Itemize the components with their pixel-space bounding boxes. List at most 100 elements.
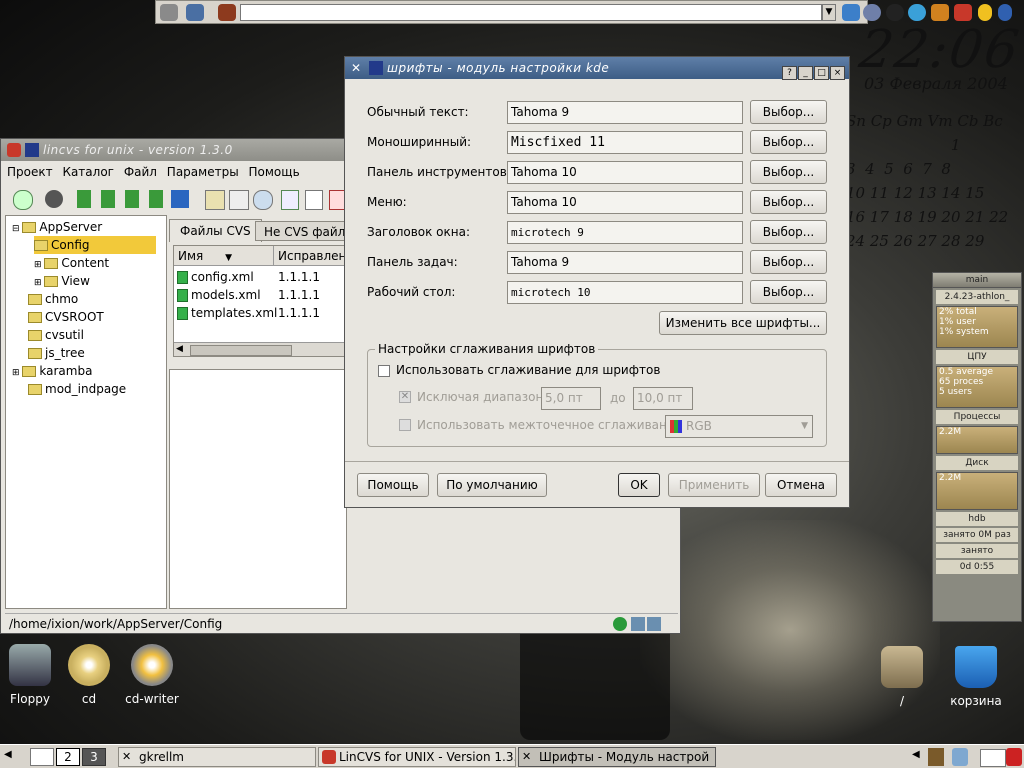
file-row[interactable]: models.xml: [177, 286, 261, 304]
add-dir-icon[interactable]: [205, 190, 225, 210]
choose-button-window-title[interactable]: Выбор...: [750, 220, 827, 244]
kde-icon[interactable]: ✕: [351, 61, 365, 75]
output-pane[interactable]: [169, 369, 347, 609]
choose-button-menu[interactable]: Выбор...: [750, 190, 827, 214]
tree-icon[interactable]: [954, 4, 972, 21]
tree-item-jstree[interactable]: js_tree: [28, 344, 85, 362]
pager-desktop-1[interactable]: [30, 748, 54, 766]
subpixel-select[interactable]: RGB ▼: [665, 415, 813, 438]
menu-help[interactable]: Помощь: [249, 165, 300, 179]
commit-icon[interactable]: [101, 190, 115, 208]
timer-icon[interactable]: [253, 190, 273, 210]
globe-icon[interactable]: [908, 4, 926, 21]
choose-button-general[interactable]: Выбор...: [750, 100, 827, 124]
command-input[interactable]: [240, 4, 822, 21]
command-dropdown-button[interactable]: ▼: [822, 4, 836, 21]
add-file-icon[interactable]: [229, 190, 249, 210]
change-all-fonts-button[interactable]: Изменить все шрифты...: [659, 311, 827, 335]
tree-item-appserver[interactable]: ⊟ AppServer: [12, 218, 102, 236]
tree-item-karamba[interactable]: ⊞ karamba: [12, 362, 92, 380]
tree-item-cvsroot[interactable]: CVSROOT: [28, 308, 104, 326]
column-header-name[interactable]: Имя ▼: [174, 246, 274, 266]
minimize-icon[interactable]: _: [798, 66, 813, 80]
apply-button[interactable]: Применить: [668, 473, 760, 497]
x-icon: ✕: [522, 750, 532, 763]
close-icon[interactable]: ×: [830, 66, 845, 80]
tree-item-content[interactable]: ⊞ Content: [34, 254, 109, 272]
tree-label: Config: [51, 238, 90, 252]
defaults-button[interactable]: По умолчанию: [437, 473, 547, 497]
notification-icon[interactable]: [1006, 748, 1022, 766]
volume-icon[interactable]: [952, 748, 968, 766]
pager-desktop-2[interactable]: 2: [56, 748, 80, 766]
shortcut-icon[interactable]: [842, 4, 860, 21]
menu-parameters[interactable]: Параметры: [167, 165, 239, 179]
smiley-icon[interactable]: [978, 4, 992, 21]
exclude-range-checkbox[interactable]: ✕: [399, 391, 411, 403]
applications-icon[interactable]: [160, 4, 178, 21]
tree-item-config[interactable]: Config: [34, 236, 156, 254]
checkout-icon[interactable]: [149, 190, 163, 208]
tray-app-icon[interactable]: [928, 748, 944, 766]
directory-tree[interactable]: ⊟ AppServer Config ⊞ Content ⊞ View chmo…: [5, 215, 167, 609]
diff-icon[interactable]: [305, 190, 323, 210]
use-antialias-checkbox[interactable]: [378, 365, 390, 377]
desktop-icon-floppy[interactable]: Floppy: [0, 644, 60, 706]
tree-icon[interactable]: [7, 143, 21, 157]
dialog-titlebar[interactable]: ✕ шрифты - модуль настройки kde ? _ □ ×: [345, 57, 849, 80]
info-icon[interactable]: [13, 190, 33, 210]
tab-cvs-files[interactable]: Файлы CVS: [169, 219, 262, 242]
gkrellm-monitor[interactable]: main 2.4.23-athlon_ 2% total 1% user 1% …: [932, 272, 1022, 622]
task-gkrellm[interactable]: ✕ gkrellm: [118, 747, 316, 767]
desktop-label: cd: [81, 692, 97, 706]
desktop-icon-trash[interactable]: корзина: [946, 646, 1006, 708]
menu-file[interactable]: Файл: [124, 165, 157, 179]
tree-item-view[interactable]: ⊞ View: [34, 272, 90, 290]
cancel-button[interactable]: Отмена: [765, 473, 837, 497]
info-icon[interactable]: [998, 4, 1012, 21]
tree-item-cvsutil[interactable]: cvsutil: [28, 326, 84, 344]
language-icon[interactable]: [980, 749, 1006, 767]
menu-catalog[interactable]: Каталог: [62, 165, 114, 179]
tab-non-cvs-files[interactable]: Не CVS файлы: [255, 221, 347, 241]
scroll-left-icon[interactable]: ◀: [176, 344, 183, 354]
task-fonts[interactable]: ✕ Шрифты - Модуль настрой: [518, 747, 716, 767]
import-icon[interactable]: [171, 190, 189, 208]
subpixel-checkbox[interactable]: [399, 419, 411, 431]
stop-icon[interactable]: [45, 190, 63, 208]
file-list[interactable]: Имя ▼ Исправлени config.xml 1.1.1.1 mode…: [173, 245, 348, 357]
maximize-icon[interactable]: □: [814, 66, 829, 80]
tray-arrow-icon[interactable]: ◀: [912, 749, 920, 760]
desktop-icon-cdwriter[interactable]: cd-writer: [122, 644, 182, 706]
task-lincvs[interactable]: LinCVS for UNIX - Version 1.3.0: [318, 747, 516, 767]
choose-button-fixed[interactable]: Выбор...: [750, 130, 827, 154]
network-icon[interactable]: [863, 4, 881, 21]
exclude-to-spinbox[interactable]: 10,0 пт: [633, 387, 693, 410]
horizontal-scrollbar[interactable]: ◀: [174, 342, 347, 356]
column-header-revision[interactable]: Исправлени: [274, 246, 347, 266]
merge-icon[interactable]: [125, 190, 139, 208]
book-icon[interactable]: [218, 4, 236, 21]
choose-button-taskbar[interactable]: Выбор...: [750, 250, 827, 274]
left-arrow-icon[interactable]: ◀: [4, 749, 12, 760]
tree-item-modindpage[interactable]: mod_indpage: [28, 380, 126, 398]
log-icon[interactable]: [281, 190, 299, 210]
tree-item-chmo[interactable]: chmo: [28, 290, 78, 308]
ok-button[interactable]: OK: [618, 473, 660, 497]
menu-project[interactable]: Проект: [7, 165, 53, 179]
file-row[interactable]: templates.xml: [177, 304, 277, 322]
hand-icon[interactable]: [931, 4, 949, 21]
desktop-icon-root[interactable]: /: [872, 646, 932, 708]
scroll-thumb[interactable]: [190, 345, 292, 356]
exclude-from-spinbox[interactable]: 5,0 пт: [541, 387, 601, 410]
update-icon[interactable]: [77, 190, 91, 208]
help-button[interactable]: Помощь: [357, 473, 429, 497]
file-row[interactable]: config.xml: [177, 268, 254, 286]
mouse-icon[interactable]: [886, 4, 904, 21]
pager-desktop-3[interactable]: 3: [82, 748, 106, 766]
help-icon[interactable]: ?: [782, 66, 797, 80]
choose-button-desktop[interactable]: Выбор...: [750, 280, 827, 304]
choose-button-toolbar[interactable]: Выбор...: [750, 160, 827, 184]
desktop-icon-cd[interactable]: cd: [59, 644, 119, 706]
wireless-icon[interactable]: [186, 4, 204, 21]
